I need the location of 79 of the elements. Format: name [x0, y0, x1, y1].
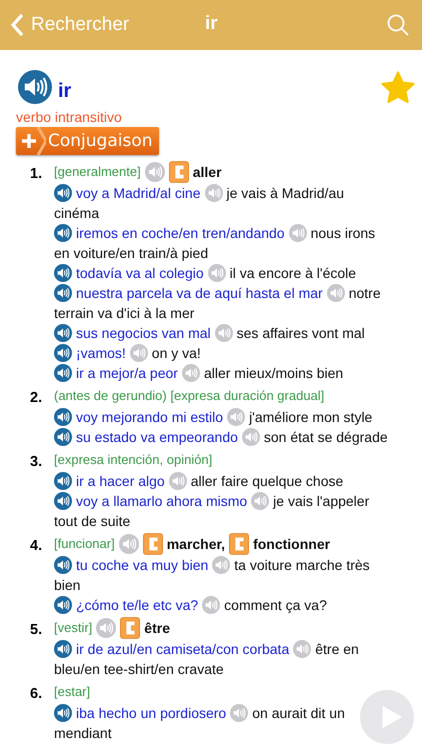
- example-spanish[interactable]: todavía va al colegio: [76, 265, 204, 281]
- translation: fonctionner: [253, 535, 330, 554]
- example-french: tout de suite: [54, 512, 130, 531]
- sense-number: 1.: [29, 165, 44, 184]
- example-french: il va encore à l'école: [230, 265, 356, 281]
- sense-number: 6.: [29, 685, 44, 704]
- speaker-icon[interactable]: [54, 344, 72, 362]
- usage-note: [vestir]: [54, 619, 92, 637]
- headword: ir: [58, 80, 72, 102]
- example-spanish[interactable]: ir a mejor/a peor: [76, 365, 178, 381]
- example-spanish[interactable]: ir de azul/en camiseta/con corbata: [76, 641, 290, 657]
- example-french: on aurait dit un: [252, 705, 345, 721]
- search-button[interactable]: [386, 13, 410, 37]
- speaker-icon[interactable]: [54, 428, 72, 446]
- example-french: comment ça va?: [224, 597, 327, 613]
- sense-number: 4.: [29, 537, 44, 556]
- speaker-icon[interactable]: [54, 704, 72, 722]
- example-french: en voiture/en train/à pied: [54, 244, 208, 263]
- example-french: j'améliore mon style: [249, 409, 372, 425]
- example-french: son état se dégrade: [264, 429, 388, 445]
- speaker-icon[interactable]: [54, 640, 72, 658]
- usage-note: [expresa intención, opinión]: [54, 451, 212, 469]
- example-french: mendiant: [54, 724, 112, 743]
- usage-note: [generalmente]: [54, 163, 141, 181]
- speaker-icon[interactable]: [18, 70, 52, 104]
- example-french: aller faire quelque chose: [190, 473, 344, 489]
- example-french: bien: [54, 576, 80, 595]
- speaker-icon[interactable]: [54, 364, 72, 382]
- example-spanish[interactable]: iremos en coche/en tren/andando: [76, 225, 285, 241]
- example-spanish[interactable]: ¡vamos!: [76, 345, 126, 361]
- speaker-icon[interactable]: [54, 264, 72, 282]
- example-french: ta voiture marche très: [234, 557, 370, 573]
- sense-number: 3.: [29, 453, 44, 472]
- example-spanish[interactable]: tu coche va muy bien: [76, 557, 208, 573]
- conjugation-icon[interactable]: [142, 533, 163, 555]
- example-spanish[interactable]: ¿cómo te/le etc va?: [76, 597, 198, 613]
- example-spanish[interactable]: voy a Madrid/al cine: [76, 185, 201, 201]
- example-french: bleu/en tee-shirt/en cravate: [54, 660, 224, 679]
- speaker-icon[interactable]: [54, 556, 72, 574]
- example-french: je vais à Madrid/au: [226, 185, 344, 201]
- example-french: on y va!: [152, 345, 201, 361]
- example-spanish[interactable]: ir a hacer algo: [76, 473, 165, 489]
- speaker-icon[interactable]: [54, 408, 72, 426]
- example-french: cinéma: [54, 204, 100, 223]
- translation: marcher,: [166, 535, 226, 554]
- usage-note: [estar]: [54, 683, 90, 701]
- sense-number: 5.: [29, 621, 44, 640]
- example-french: je vais l'appeler: [273, 493, 370, 509]
- example-french: aller mieux/moins bien: [204, 365, 344, 381]
- chevron-icon: [10, 13, 24, 37]
- example-spanish[interactable]: voy mejorando mi estilo: [76, 409, 224, 425]
- example-spanish[interactable]: nuestra parcela va de aquí hasta el mar: [76, 285, 323, 301]
- example-french: être en: [315, 641, 359, 657]
- usage-note: [funcionar]: [54, 535, 115, 553]
- conjugation-icon[interactable]: [168, 161, 189, 183]
- conjugation-icon[interactable]: [120, 617, 140, 639]
- speaker-icon[interactable]: [54, 596, 72, 614]
- example-spanish[interactable]: su estado va empeorando: [76, 429, 238, 445]
- star-icon[interactable]: [380, 70, 416, 106]
- speaker-icon[interactable]: [54, 224, 72, 242]
- part-of-speech: verbo intransitivo: [16, 109, 123, 125]
- sense-number: 2.: [29, 389, 44, 408]
- example-spanish[interactable]: iba hecho un pordiosero: [76, 705, 226, 721]
- nav-title: ir: [205, 13, 218, 35]
- speaker-icon[interactable]: [54, 184, 72, 202]
- example-french: terrain va d'ici à la mer: [54, 304, 194, 323]
- example-french: notre: [348, 285, 381, 301]
- translation: être: [144, 619, 170, 638]
- speaker-icon[interactable]: [54, 492, 72, 510]
- translation: aller: [192, 163, 222, 182]
- speaker-icon[interactable]: [54, 472, 72, 490]
- speaker-icon[interactable]: [54, 284, 72, 302]
- conjugation-icon[interactable]: [229, 533, 250, 555]
- example-french: ses affaires vont mal: [236, 325, 365, 341]
- speaker-icon[interactable]: [54, 324, 72, 342]
- usage-note: (antes de gerundio) [expresa duración gradual]: [54, 387, 324, 405]
- example-spanish[interactable]: sus negocios van mal: [76, 325, 211, 341]
- example-spanish[interactable]: voy a llamarlo ahora mismo: [76, 493, 248, 509]
- example-french: nous irons: [310, 225, 376, 241]
